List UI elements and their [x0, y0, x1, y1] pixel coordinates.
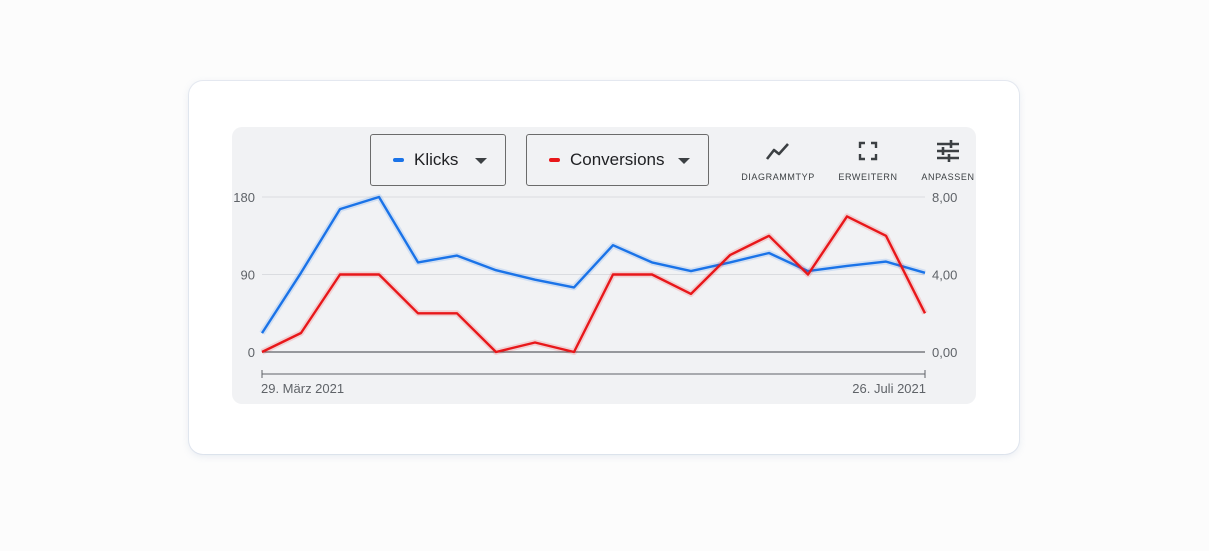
x-end-label: 26. Juli 2021	[852, 381, 926, 396]
line-chart: 0 90 180 0,00 4,00 8,00 29. März 2021 26. Juli …	[233, 190, 957, 396]
x-start-label: 29. März 2021	[261, 381, 344, 396]
series-glow-conversions	[260, 213, 928, 355]
y-right-tick-label: 0,00	[932, 345, 957, 360]
y-left-tick-label: 0	[248, 345, 255, 360]
y-left-tick-label: 180	[233, 190, 255, 205]
y-left-tick-label: 90	[241, 268, 255, 283]
y-right-tick-label: 8,00	[932, 190, 957, 205]
y-right-tick-label: 4,00	[932, 268, 957, 283]
series-line-conversions	[261, 215, 927, 354]
